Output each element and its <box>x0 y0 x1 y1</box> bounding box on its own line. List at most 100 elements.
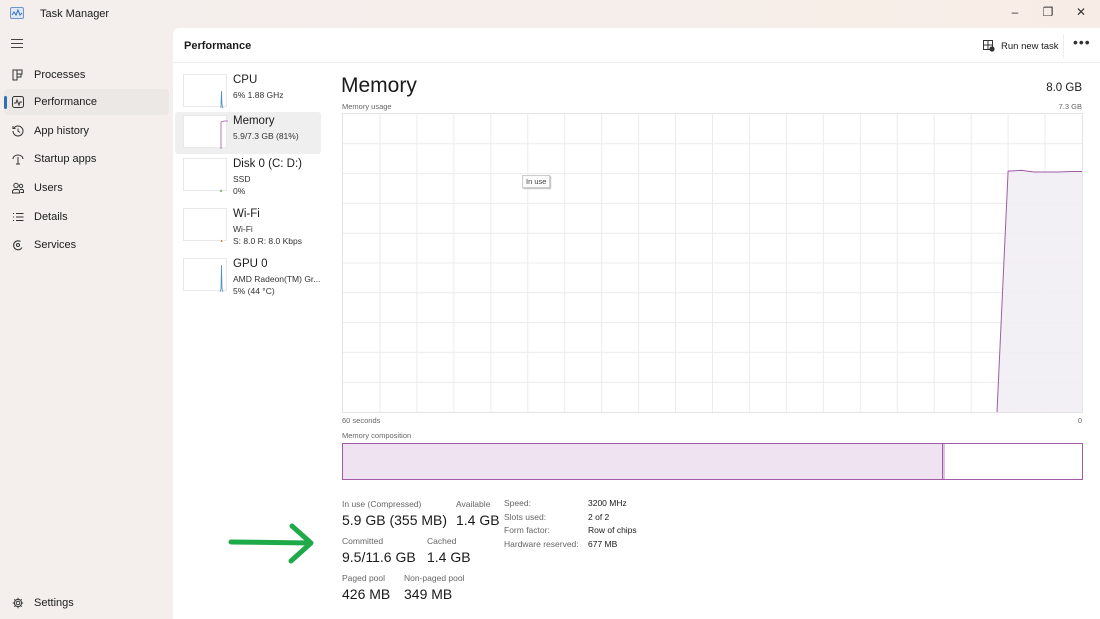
task-manager-app-icon <box>10 7 24 19</box>
page-title: Performance <box>184 40 252 52</box>
memory-thumbnail-line <box>220 120 228 149</box>
title-bar: Task Manager – ❐ ✕ <box>0 0 1100 28</box>
header-divider <box>1063 34 1064 58</box>
tile-detail: 0% <box>233 186 246 196</box>
services-icon <box>12 239 24 251</box>
stat-label: Paged pool <box>342 573 386 583</box>
spec-key: Slots used: <box>504 511 547 522</box>
hamburger-icon[interactable] <box>11 39 23 49</box>
stat-value: 1.4 GB <box>456 512 500 528</box>
sidebar-item-label: App history <box>34 125 90 137</box>
stat-value: 5.9 GB (355 MB) <box>342 512 448 528</box>
more-options-button[interactable]: ••• <box>1073 35 1091 49</box>
minimize-icon: – <box>1011 5 1019 19</box>
startup-icon <box>12 153 24 165</box>
stat-label: Non-paged pool <box>404 573 465 583</box>
restore-icon: ❐ <box>1042 5 1054 19</box>
memory-composition-bar[interactable] <box>342 443 1083 480</box>
sidebar-item-services[interactable]: Services <box>4 232 169 258</box>
tile-name: GPU 0 <box>233 258 268 270</box>
spec-key: Hardware reserved: <box>504 539 579 550</box>
app-title: Task Manager <box>40 8 110 20</box>
composition-in-use-segment[interactable] <box>343 444 942 479</box>
main-header: Performance Run new task ••• <box>173 28 1100 63</box>
stat-value: 9.5/11.6 GB <box>342 549 416 565</box>
sidebar-item-label: Processes <box>34 69 86 81</box>
sidebar-item-performance[interactable]: Performance <box>4 89 169 115</box>
processes-icon <box>12 69 24 81</box>
memory-usage-max: 7.3 GB <box>1058 102 1082 111</box>
stat-cached: Cached 1.4 GB <box>427 536 471 565</box>
tile-detail: 5% (44 °C) <box>233 286 275 296</box>
sidebar-item-startup-apps[interactable]: Startup apps <box>4 146 169 172</box>
stat-value: 426 MB <box>342 586 391 602</box>
green-arrow-annotation <box>228 523 314 564</box>
spec-value: 2 of 2 <box>588 511 610 522</box>
stat-value: 349 MB <box>404 586 453 602</box>
tile-detail: AMD Radeon(TM) Gr... <box>233 274 321 284</box>
stat-label: Committed <box>342 536 384 546</box>
stat-label: Cached <box>427 536 457 546</box>
sidebar-item-label: Performance <box>34 96 97 108</box>
memory-usage-chart[interactable] <box>342 113 1083 413</box>
spec-value: 677 MB <box>588 539 618 550</box>
run-new-task-label: Run new task <box>1001 40 1059 52</box>
tile-detail: 6% 1.88 GHz <box>233 90 284 100</box>
stat-in-use: In use (Compressed) 5.9 GB (355 MB) <box>342 499 447 528</box>
disk-thumbnail-line <box>219 189 223 193</box>
run-task-icon <box>983 40 995 52</box>
tile-memory[interactable]: Memory 5.9/7.3 GB (81%) <box>175 112 321 154</box>
chart-tooltip: In use <box>522 175 551 188</box>
gpu-thumbnail <box>183 258 227 293</box>
cpu-thumbnail-line <box>220 90 224 109</box>
close-button[interactable]: ✕ <box>1064 0 1098 24</box>
settings-label: Settings <box>34 597 74 609</box>
disk-thumbnail <box>183 158 227 193</box>
sidebar-item-users[interactable]: Users <box>4 175 169 201</box>
sidebar-item-app-history[interactable]: App history <box>4 118 169 144</box>
tile-name: Wi-Fi <box>233 208 260 220</box>
history-icon <box>12 125 24 137</box>
sidebar-item-settings[interactable]: Settings <box>4 590 169 616</box>
details-icon <box>12 211 24 223</box>
minimize-button[interactable]: – <box>998 0 1032 24</box>
memory-composition-label: Memory composition <box>342 431 412 440</box>
memory-usage-label: Memory usage <box>342 102 392 111</box>
sidebar-item-label: Details <box>34 211 68 223</box>
x-axis-start-label: 60 seconds <box>342 416 381 425</box>
sidebar-item-label: Users <box>34 182 63 194</box>
wifi-thumbnail <box>183 208 227 243</box>
tile-gpu[interactable]: GPU 0 AMD Radeon(TM) Gr... 5% (44 °C) <box>175 255 321 305</box>
tile-name: Memory <box>233 115 275 127</box>
gpu-thumbnail-line <box>219 264 224 293</box>
composition-free-segment[interactable] <box>945 444 1082 479</box>
wifi-thumbnail-line <box>220 239 223 243</box>
tile-detail: 5.9/7.3 GB (81%) <box>233 131 299 141</box>
gear-icon <box>12 597 24 609</box>
maximize-button[interactable]: ❐ <box>1031 0 1065 24</box>
memory-total: 8.0 GB <box>1046 82 1082 94</box>
memory-thumbnail <box>183 115 228 149</box>
tile-cpu[interactable]: CPU 6% 1.88 GHz <box>175 71 321 113</box>
stat-paged-pool: Paged pool 426 MB <box>342 573 390 602</box>
sidebar-item-label: Services <box>34 239 77 251</box>
tile-detail: SSD <box>233 174 251 184</box>
cpu-thumbnail <box>183 74 227 109</box>
spec-row: Speed: 3200 MHz <box>504 498 637 512</box>
spec-key: Speed: <box>504 498 531 508</box>
detail-title: Memory <box>341 74 417 97</box>
stat-label: Available <box>456 499 491 509</box>
sidebar-item-processes[interactable]: Processes <box>4 62 169 88</box>
run-new-task-button[interactable]: Run new task <box>983 37 1059 55</box>
tile-detail: S: 8.0 R: 8.0 Kbps <box>233 236 302 246</box>
stat-available: Available 1.4 GB <box>456 499 500 528</box>
x-axis-end-label: 0 <box>1077 416 1082 425</box>
tile-wifi[interactable]: Wi-Fi Wi-Fi S: 8.0 R: 8.0 Kbps <box>175 205 321 255</box>
sidebar: Processes Performance App history Startu… <box>0 28 173 619</box>
spec-row: Hardware reserved: 677 MB <box>504 539 637 553</box>
sidebar-item-label: Startup apps <box>34 153 97 165</box>
sidebar-item-details[interactable]: Details <box>4 204 169 230</box>
memory-specs: Speed: 3200 MHz Slots used: 2 of 2 Form fa… <box>504 498 637 553</box>
tile-disk[interactable]: Disk 0 (C: D:) SSD 0% <box>175 155 321 205</box>
tile-detail: Wi-Fi <box>233 224 253 234</box>
